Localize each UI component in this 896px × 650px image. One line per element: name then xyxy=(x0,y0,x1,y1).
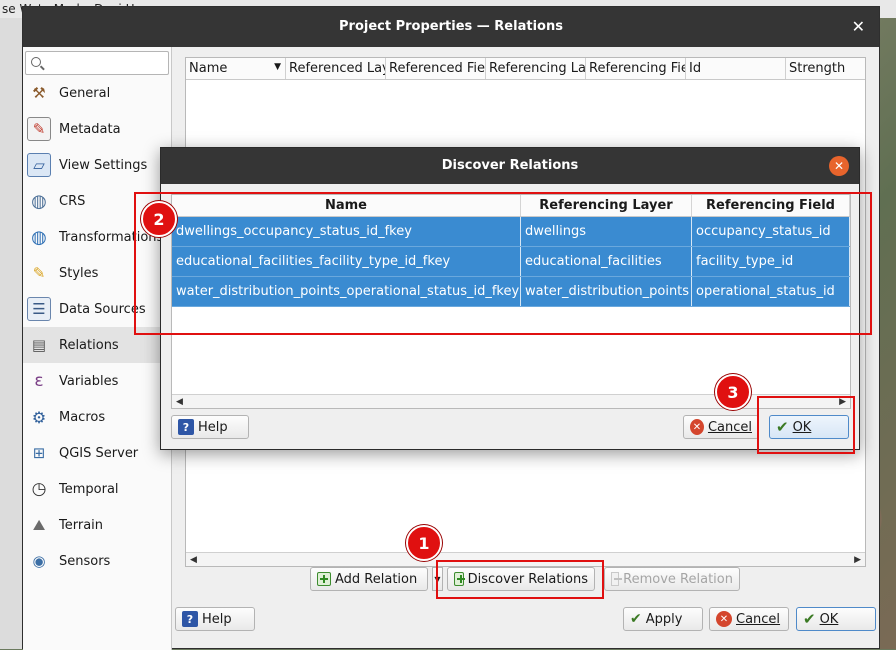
cancel-icon: ✕ xyxy=(716,611,732,627)
search-icon xyxy=(31,57,41,67)
sidebar-search-input[interactable] xyxy=(25,51,169,75)
sensors-icon: ◉ xyxy=(32,552,46,570)
checkmark-icon: ✔ xyxy=(630,611,642,627)
styles-icon: ✎ xyxy=(32,264,46,282)
ok-button[interactable]: ✔ OK xyxy=(796,607,876,631)
column-header-referencing-layer[interactable]: Referencing La xyxy=(486,58,586,79)
help-icon: ? xyxy=(182,611,198,627)
metadata-icon: ✎ xyxy=(27,117,51,141)
close-icon[interactable]: ✕ xyxy=(829,156,849,176)
variables-icon: ε xyxy=(34,371,44,391)
annotation-box-ok xyxy=(757,396,855,454)
view-settings-icon: ▱ xyxy=(27,153,51,177)
transformations-icon: ◍ xyxy=(31,226,47,248)
sidebar-item-macros[interactable]: ⚙ Macros xyxy=(23,399,171,435)
add-relation-button[interactable]: Add Relation xyxy=(310,567,428,591)
annotation-badge-2: 2 xyxy=(141,201,177,237)
column-header-strength[interactable]: Strength xyxy=(786,58,865,79)
cancel-button[interactable]: ✕ Cancel xyxy=(709,607,789,631)
relations-icon: ▤ xyxy=(31,336,47,354)
column-header-referenced-field[interactable]: Referenced Fie xyxy=(386,58,486,79)
clock-icon: ◷ xyxy=(31,479,47,499)
data-sources-icon: ☰ xyxy=(27,297,51,321)
app-toolbar xyxy=(0,18,22,649)
sidebar-item-sensors[interactable]: ◉ Sensors xyxy=(23,543,171,579)
sidebar-item-metadata[interactable]: ✎ Metadata xyxy=(23,111,171,147)
apply-button[interactable]: ✔ Apply xyxy=(623,607,703,631)
globe-icon: ◍ xyxy=(31,190,47,212)
macros-icon: ⚙ xyxy=(31,407,47,427)
sidebar: ⚒ General ✎ Metadata ▱ View Settings ◍ CRS ◍… xyxy=(23,47,172,650)
scroll-left-icon[interactable]: ◀ xyxy=(172,397,187,407)
window-title: Project Properties — Relations xyxy=(339,19,563,34)
plus-icon xyxy=(317,572,331,586)
annotation-box-discover xyxy=(436,560,604,599)
help-icon: ? xyxy=(178,419,194,435)
tools-icon: ⚒ xyxy=(32,84,46,102)
sidebar-item-terrain[interactable]: ⛰ Terrain xyxy=(23,507,171,543)
remove-relation-button[interactable]: Remove Relation xyxy=(604,567,740,591)
cancel-icon: ✕ xyxy=(690,419,704,435)
sidebar-item-temporal[interactable]: ◷ Temporal xyxy=(23,471,171,507)
sidebar-item-qgis-server[interactable]: ⊞ QGIS Server xyxy=(23,435,171,471)
column-header-referenced-layer[interactable]: Referenced Lay xyxy=(286,58,386,79)
terrain-icon: ⛰ xyxy=(32,516,46,534)
dialog-title: Discover Relations xyxy=(441,158,579,173)
annotation-badge-1: 1 xyxy=(406,525,442,561)
annotation-box-discovered-table xyxy=(134,192,872,335)
column-header-id[interactable]: Id xyxy=(686,58,786,79)
dialog-cancel-button[interactable]: ✕ Cancel xyxy=(683,415,759,439)
sort-down-icon: ▼ xyxy=(274,62,281,72)
server-icon: ⊞ xyxy=(32,444,46,462)
minus-icon xyxy=(611,572,623,586)
sidebar-item-view-settings[interactable]: ▱ View Settings xyxy=(23,147,171,183)
dialog-help-button[interactable]: ? Help xyxy=(171,415,249,439)
sidebar-item-variables[interactable]: ε Variables xyxy=(23,363,171,399)
column-header-name[interactable]: Name ▼ xyxy=(186,58,286,79)
ok-check-icon: ✔ xyxy=(803,610,816,628)
dialog-title-bar: Discover Relations ✕ xyxy=(161,148,859,184)
scroll-left-icon[interactable]: ◀ xyxy=(186,555,201,565)
sidebar-item-general[interactable]: ⚒ General xyxy=(23,75,171,111)
annotation-badge-3: 3 xyxy=(715,374,751,410)
help-button[interactable]: ? Help xyxy=(175,607,255,631)
scroll-right-icon[interactable]: ▶ xyxy=(850,555,865,565)
column-header-referencing-field[interactable]: Referencing Fie xyxy=(586,58,686,79)
relations-table-header: Name ▼ Referenced Lay Referenced Fie Refe… xyxy=(186,58,865,80)
window-title-bar: Project Properties — Relations ✕ xyxy=(23,7,879,47)
close-icon[interactable]: ✕ xyxy=(852,7,865,47)
